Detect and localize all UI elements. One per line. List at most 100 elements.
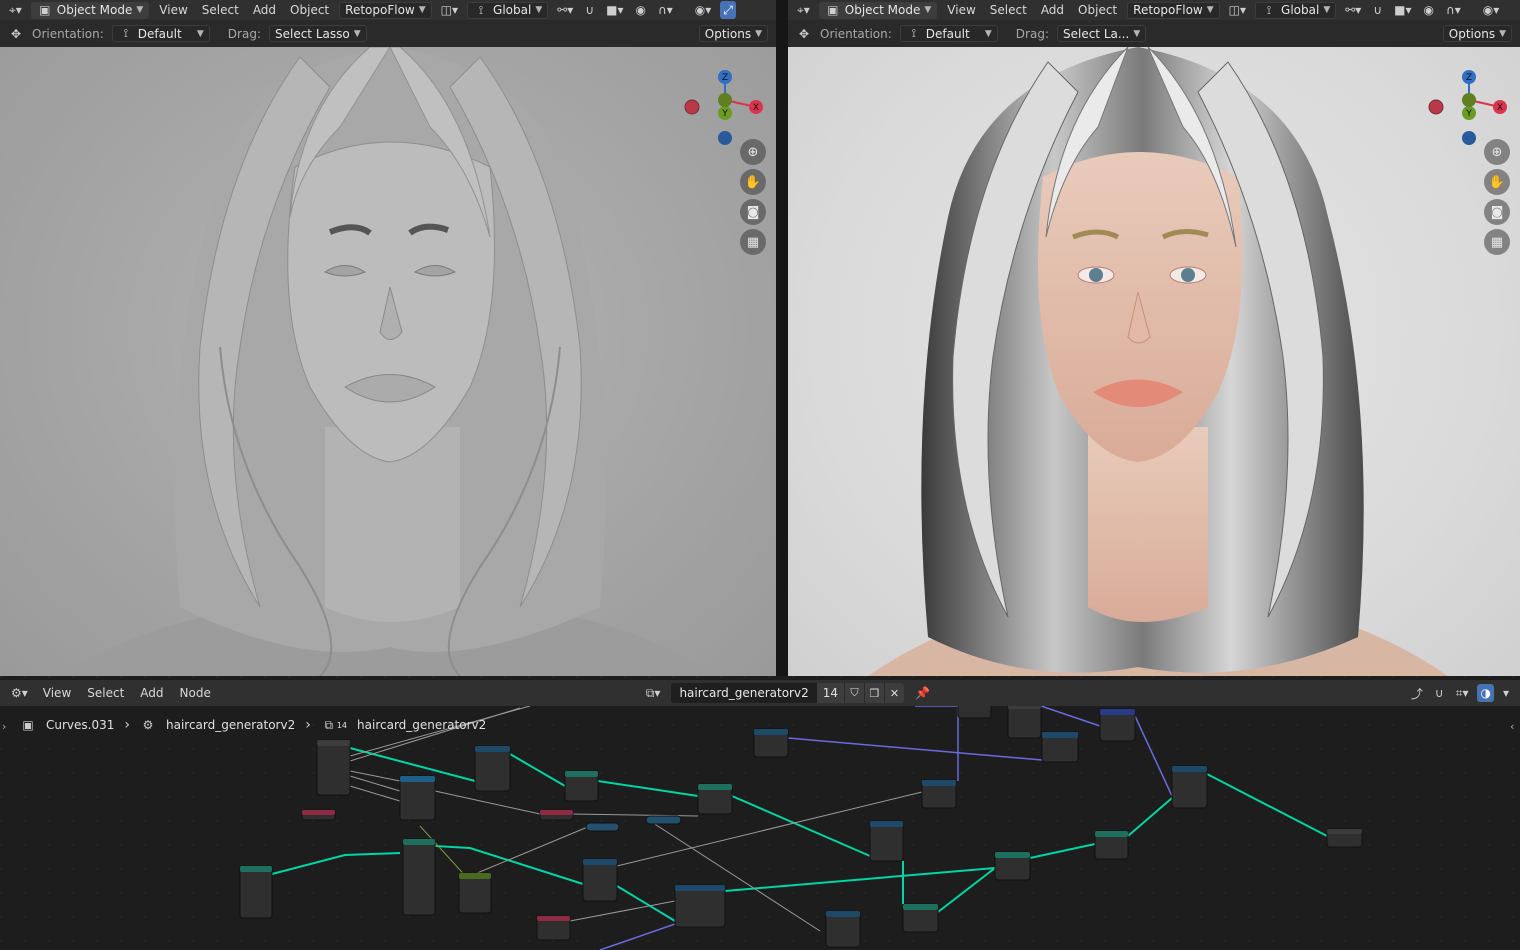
node-input-attr[interactable] (536, 915, 571, 941)
transform-orientation-dropdown[interactable]: ⟟ Global ▼ (1255, 1, 1337, 19)
node-merge[interactable] (994, 851, 1031, 881)
chevron-down-icon: ▼ (418, 5, 426, 15)
menu-view[interactable]: View (943, 3, 979, 17)
pan-hand-icon[interactable]: ✋ (740, 169, 766, 195)
gizmo-toggle-icon[interactable]: ⤢ (720, 1, 736, 19)
snap-target-icon[interactable]: ◫▾ (438, 1, 461, 19)
snap-magnet-icon[interactable]: ∪ (1370, 1, 1385, 19)
node-store-attribute[interactable] (674, 884, 726, 928)
node-resample[interactable] (474, 745, 511, 792)
node-input-value[interactable] (539, 809, 574, 821)
menu-object[interactable]: Object (1074, 3, 1121, 17)
menu-node[interactable]: Node (176, 686, 215, 700)
viewport-divider[interactable] (776, 0, 788, 676)
orientation-dropdown[interactable]: ⟟ Default ▼ (899, 25, 998, 42)
transform-orientation-dropdown[interactable]: ⟟ Global ▼ (467, 1, 549, 19)
fake-user-shield-icon[interactable]: ⛉ (843, 683, 864, 703)
user-count[interactable]: 14 (816, 683, 844, 703)
node-group-name[interactable]: haircard_generatorv2 (671, 683, 817, 703)
orientation-dropdown[interactable]: ⟟ Default ▼ (111, 25, 210, 42)
menu-add[interactable]: Add (136, 686, 167, 700)
camera-icon[interactable]: ◙ (740, 199, 766, 225)
node-combine[interactable] (1099, 708, 1136, 742)
node-set-shade[interactable] (1094, 830, 1129, 860)
node-frame-green[interactable] (458, 872, 492, 914)
editor-type-icon[interactable]: ⚙▾ (8, 684, 31, 702)
mode-dropdown[interactable]: ▣ Object Mode ▼ (818, 1, 938, 19)
geometry-node-editor[interactable]: ⚙▾ View Select Add Node ⧉▾ haircard_gene… (0, 676, 1520, 950)
grid-icon[interactable]: ▦ (740, 229, 766, 255)
node-uv-output[interactable] (1171, 765, 1208, 809)
chevron-down-icon[interactable]: ▾ (1500, 684, 1512, 702)
duplicate-icon[interactable]: ❐ (863, 683, 884, 703)
viewport-scene-solid[interactable]: Z X Y ⊕ ✋ ◙ ▦ (0, 47, 776, 676)
falloff-icon[interactable]: ∩▾ (655, 1, 676, 19)
browse-node-tree-icon[interactable]: ⧉▾ (643, 684, 664, 702)
zoom-icon[interactable]: ⊕ (740, 139, 766, 165)
menu-select[interactable]: Select (83, 686, 128, 700)
viewport-left[interactable]: ⌖▾ ▣ Object Mode ▼ View Select Add Object … (0, 0, 776, 676)
overlay-toggle-icon[interactable]: ◑ (1477, 684, 1494, 702)
node-group-datablock[interactable]: haircard_generatorv2 14 ⛉ ❐ ✕ (671, 683, 904, 703)
node-set-material[interactable] (902, 903, 939, 933)
menu-view[interactable]: View (39, 686, 75, 700)
options-dropdown[interactable]: Options ▼ (1442, 25, 1512, 42)
node-transform[interactable] (399, 775, 436, 821)
node-vector[interactable] (921, 779, 957, 809)
snap-element-icon[interactable]: ⌗▾ (1453, 684, 1472, 702)
mode-dropdown[interactable]: ▣ Object Mode ▼ (30, 1, 150, 19)
camera-icon[interactable]: ◙ (1484, 199, 1510, 225)
menu-view[interactable]: View (155, 3, 191, 17)
menu-select[interactable]: Select (986, 3, 1031, 17)
pan-hand-icon[interactable]: ✋ (1484, 169, 1510, 195)
node-attr[interactable] (1007, 703, 1042, 739)
viewport-right[interactable]: ⌖▾ ▣ Object Mode ▼ View Select Add Object … (788, 0, 1520, 676)
visibility-eye-icon[interactable]: ◉▾ (692, 1, 715, 19)
drag-dropdown[interactable]: Select La... ▼ (1056, 25, 1147, 42)
node-input-value[interactable] (301, 809, 336, 821)
visibility-eye-icon[interactable]: ◉▾ (1480, 1, 1503, 19)
options-dropdown[interactable]: Options ▼ (698, 25, 768, 42)
menu-select[interactable]: Select (198, 3, 243, 17)
node-curve-input[interactable] (316, 739, 351, 796)
snap-magnet-icon[interactable]: ∪ (582, 1, 597, 19)
node-set-position[interactable] (564, 770, 599, 802)
snap-magnet-icon[interactable]: ∪ (1432, 684, 1447, 702)
node-join-geometry[interactable] (697, 783, 733, 815)
node-group-input[interactable] (239, 865, 273, 919)
menu-add[interactable]: Add (1037, 3, 1068, 17)
chevron-right-icon[interactable]: › (2, 720, 6, 733)
node-curve-to-mesh[interactable] (402, 838, 436, 916)
orientation-icon: ⟟ (1266, 2, 1272, 17)
zoom-icon[interactable]: ⊕ (1484, 139, 1510, 165)
drag-dropdown[interactable]: Select Lasso ▼ (268, 25, 367, 42)
pivot-icon[interactable]: ⚯▾ (1342, 1, 1364, 19)
retopoflow-menu[interactable]: RetopoFlow ▼ (339, 1, 432, 19)
node-reroute-math[interactable] (585, 822, 620, 832)
menu-add[interactable]: Add (249, 3, 280, 17)
snap-element-icon[interactable]: ■▾ (1391, 1, 1414, 19)
viewport-scene-rendered[interactable]: Z X Y ⊕ ✋ ◙ ▦ (788, 47, 1520, 676)
node-mesh-op[interactable] (869, 820, 904, 862)
pin-icon[interactable]: 📌 (912, 684, 933, 702)
node-object-info[interactable] (753, 728, 789, 758)
node-reroute-math[interactable] (645, 815, 682, 825)
editor-type-icon[interactable]: ⌖▾ (6, 1, 25, 19)
grid-icon[interactable]: ▦ (1484, 229, 1510, 255)
proportional-edit-icon[interactable]: ◉ (632, 1, 648, 19)
parent-node-tree-icon[interactable]: ⤴ (1408, 684, 1426, 702)
falloff-icon[interactable]: ∩▾ (1443, 1, 1464, 19)
node-group-output[interactable] (1326, 828, 1363, 848)
retopoflow-menu[interactable]: RetopoFlow ▼ (1127, 1, 1220, 19)
menu-object[interactable]: Object (286, 3, 333, 17)
snap-element-icon[interactable]: ■▾ (603, 1, 626, 19)
editor-type-icon[interactable]: ⌖▾ (794, 1, 813, 19)
node-math[interactable] (1041, 731, 1079, 763)
chevron-left-icon[interactable]: ‹ (1510, 720, 1514, 733)
node-position[interactable] (825, 910, 861, 948)
pivot-icon[interactable]: ⚯▾ (554, 1, 576, 19)
snap-target-icon[interactable]: ◫▾ (1226, 1, 1249, 19)
node-realize[interactable] (582, 858, 618, 902)
unlink-close-icon[interactable]: ✕ (883, 683, 904, 703)
proportional-edit-icon[interactable]: ◉ (1420, 1, 1436, 19)
